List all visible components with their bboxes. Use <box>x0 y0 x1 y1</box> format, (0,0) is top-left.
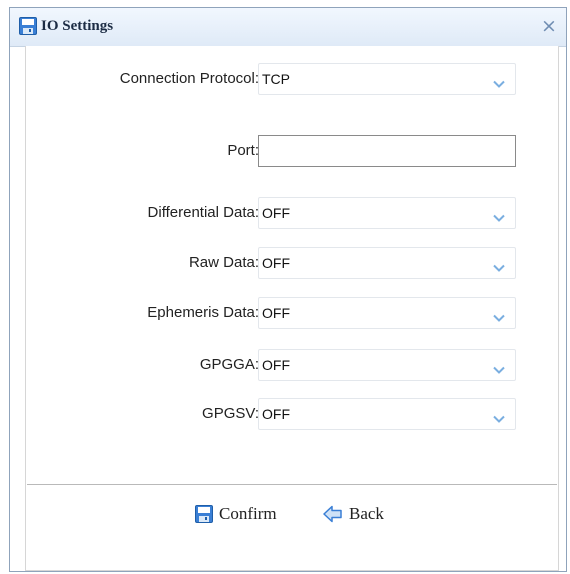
raw-data-label: Raw Data: <box>188 254 259 271</box>
settings-form: Connection Protocol: TCP Port: Different… <box>25 46 559 571</box>
back-label: Back <box>349 504 384 523</box>
back-button[interactable]: Back <box>323 503 384 525</box>
raw-data-row: Raw Data: OFF <box>26 247 560 279</box>
chevron-down-icon <box>493 209 505 222</box>
port-row: Port: <box>26 135 560 167</box>
footer-divider <box>27 484 557 485</box>
ephemeris-data-value: OFF <box>262 305 290 321</box>
chevron-down-icon <box>493 309 505 322</box>
gpgsv-row: GPGSV: OFF <box>26 398 560 430</box>
save-icon <box>19 17 37 35</box>
raw-data-select[interactable]: OFF <box>258 247 516 279</box>
differential-data-select[interactable]: OFF <box>258 197 516 229</box>
dialog-titlebar: IO Settings × <box>10 8 566 47</box>
chevron-down-icon <box>493 361 505 374</box>
ephemeris-data-row: Ephemeris Data: OFF <box>26 297 560 329</box>
differential-data-row: Differential Data: OFF <box>26 197 560 229</box>
gpgga-row: GPGGA: OFF <box>26 349 560 381</box>
io-settings-dialog: IO Settings × Connection Protocol: TCP P… <box>9 7 567 572</box>
save-icon <box>195 505 213 523</box>
ephemeris-data-label: Ephemeris Data: <box>147 304 259 321</box>
dialog-title: IO Settings <box>41 18 114 34</box>
raw-data-value: OFF <box>262 255 290 271</box>
port-input[interactable] <box>258 135 516 167</box>
connection-protocol-row: Connection Protocol: TCP <box>26 63 560 95</box>
gpgga-value: OFF <box>262 357 290 373</box>
gpgsv-value: OFF <box>262 406 290 422</box>
back-arrow-icon <box>323 505 342 523</box>
ephemeris-data-select[interactable]: OFF <box>258 297 516 329</box>
gpgga-label: GPGGA: <box>199 356 259 373</box>
gpgsv-select[interactable]: OFF <box>258 398 516 430</box>
confirm-label: Confirm <box>219 504 277 523</box>
gpgsv-label: GPGSV: <box>202 405 259 422</box>
close-icon[interactable]: × <box>540 17 558 36</box>
gpgga-select[interactable]: OFF <box>258 349 516 381</box>
chevron-down-icon <box>493 75 505 88</box>
connection-protocol-label: Connection Protocol: <box>119 70 259 87</box>
differential-data-label: Differential Data: <box>147 204 259 221</box>
confirm-button[interactable]: Confirm <box>195 503 277 525</box>
chevron-down-icon <box>493 259 505 272</box>
connection-protocol-select[interactable]: TCP <box>258 63 516 95</box>
connection-protocol-value: TCP <box>262 71 290 87</box>
chevron-down-icon <box>493 410 505 423</box>
port-label: Port: <box>227 142 259 159</box>
differential-data-value: OFF <box>262 205 290 221</box>
